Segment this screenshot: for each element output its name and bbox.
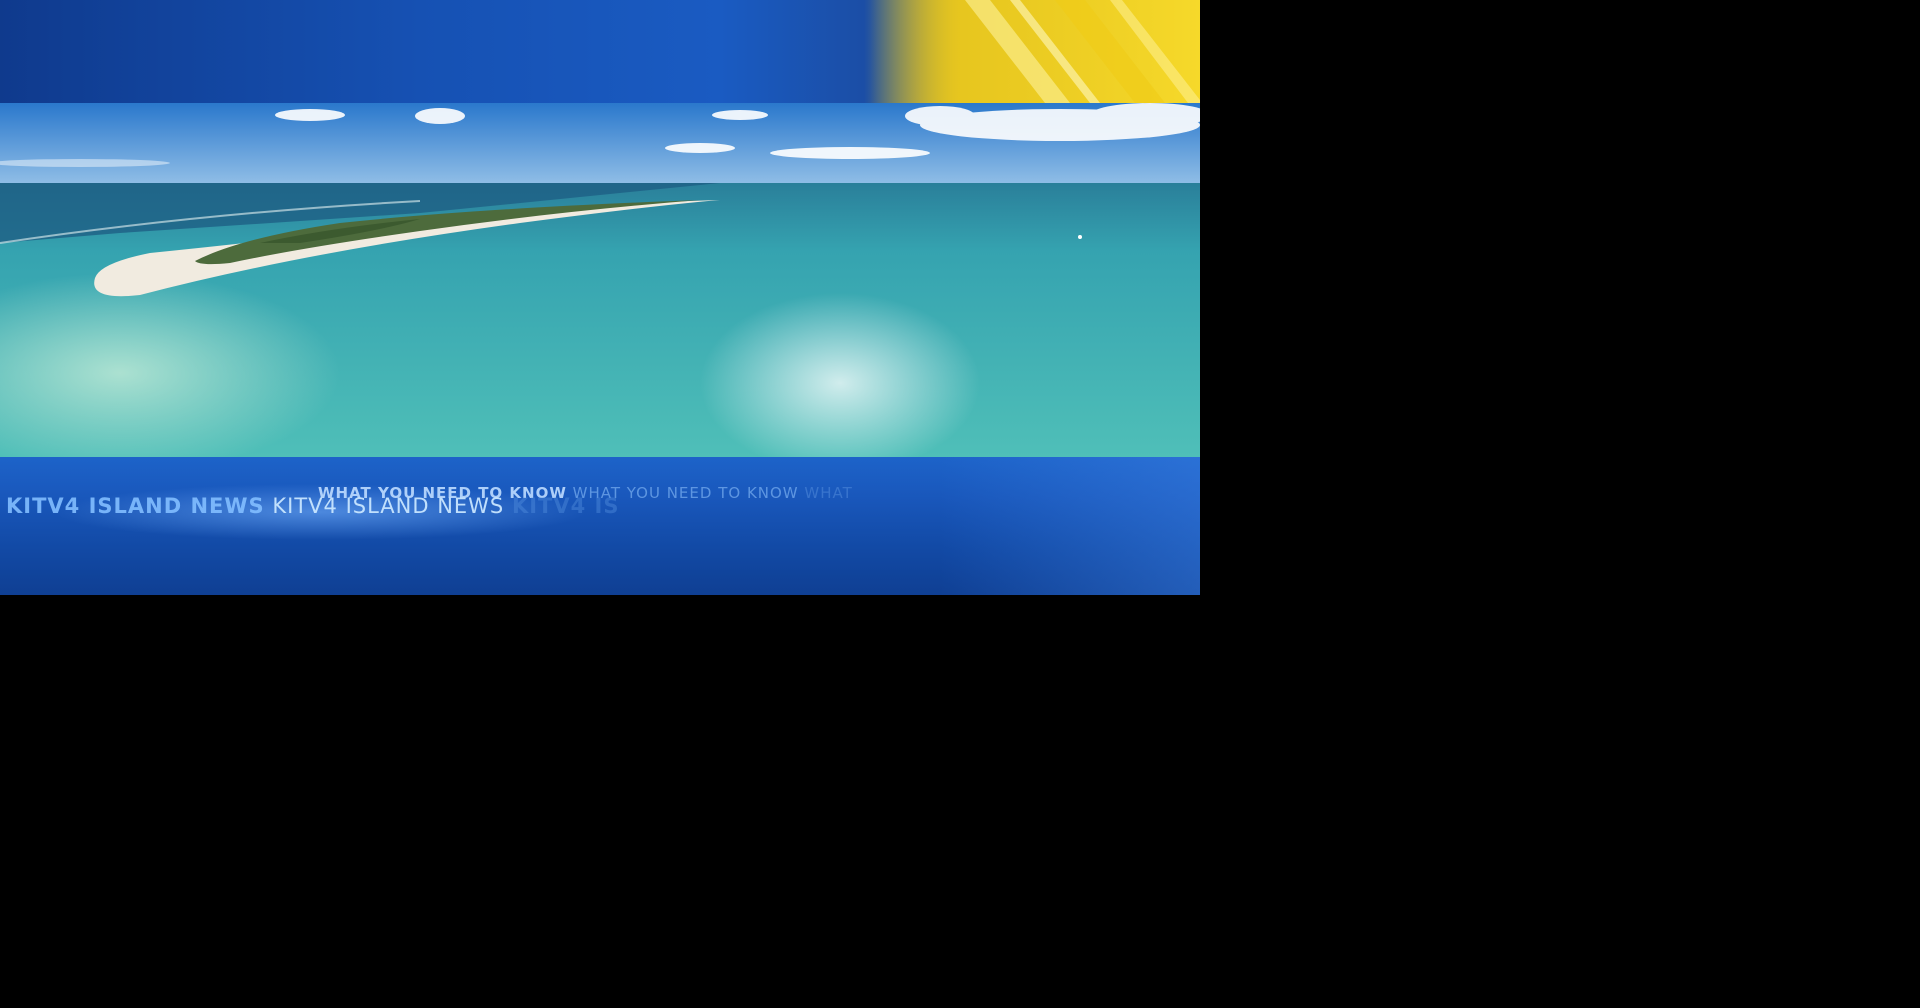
brand-fade: KITV4 IS — [511, 494, 620, 518]
brand-ticker: KITV4 ISLAND NEWS KITV4 ISLAND NEWS KITV… — [6, 494, 620, 518]
brand-strong: KITV4 ISLAND NEWS — [6, 494, 265, 518]
yellow-streaks-graphic — [870, 0, 1200, 103]
news-graphic-frame: WHAT YOU NEED TO KNOW WHAT YOU NEED TO K… — [0, 0, 1200, 595]
aerial-island-photo — [0, 103, 1200, 457]
tagline-fade: WHAT — [804, 484, 853, 502]
bottom-ticker-band: WHAT YOU NEED TO KNOW WHAT YOU NEED TO K… — [0, 457, 1200, 595]
top-header-band — [0, 0, 1200, 103]
brand-light: KITV4 ISLAND NEWS — [272, 494, 505, 518]
island-scene — [0, 103, 1200, 457]
